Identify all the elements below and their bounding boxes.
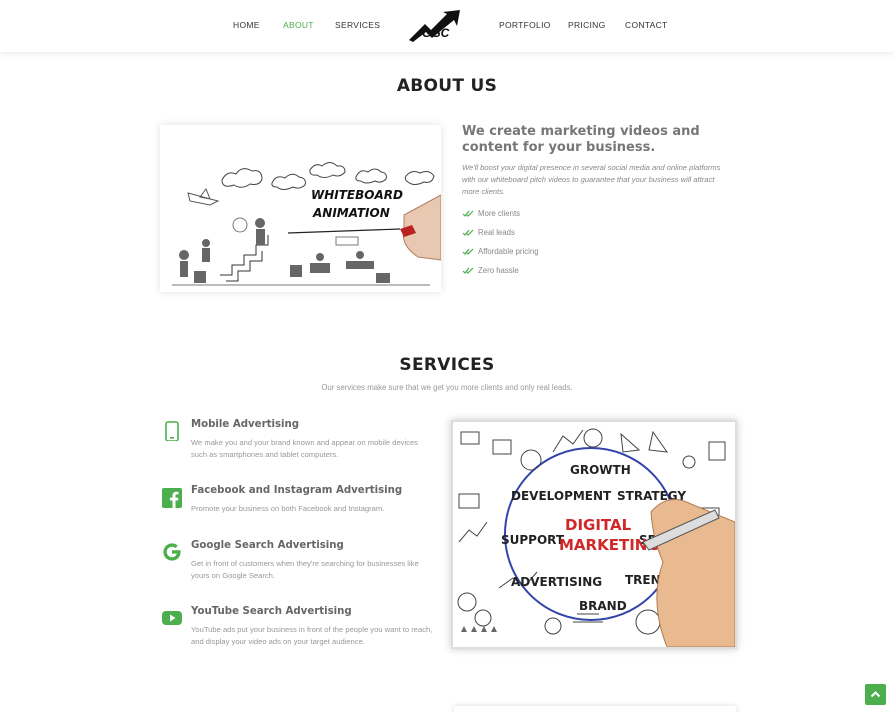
double-check-icon	[462, 248, 474, 255]
service-description: YouTube ads put your business in front o…	[191, 625, 433, 646]
logo[interactable]: GGC	[405, 8, 465, 44]
word-advertising: ADVERTISING	[511, 575, 602, 589]
nav-home[interactable]: HOME	[233, 20, 260, 30]
feature-item: Zero hassle	[462, 266, 519, 275]
double-check-icon	[462, 229, 474, 236]
service-description: We make you and your brand known and app…	[191, 438, 418, 459]
about-title: ABOUT US	[396, 76, 498, 96]
nav-about[interactable]: ABOUT	[283, 20, 314, 30]
feature-item: Real leads	[462, 228, 515, 237]
next-section-card	[454, 706, 736, 712]
service-title: Mobile Advertising	[191, 419, 300, 430]
whiteboard-caption-2: ANIMATION	[312, 206, 390, 220]
word-growth: GROWTH	[570, 463, 631, 477]
services-title: SERVICES	[399, 355, 495, 375]
whiteboard-animation-image: WHITEBOARD ANIMATION	[160, 125, 442, 292]
feature-label: Affordable pricing	[478, 247, 539, 256]
scroll-top-button[interactable]	[865, 684, 886, 705]
whiteboard-caption-1: WHITEBOARD	[311, 188, 403, 202]
chevron-up-icon	[870, 691, 881, 698]
facebook-icon	[162, 488, 182, 508]
navbar: HOME ABOUT SERVICES GGC PORTFOLIO PRICIN…	[0, 0, 894, 52]
service-title: Facebook and Instagram Advertising	[191, 485, 403, 496]
mobile-icon	[165, 421, 179, 441]
feature-label: Real leads	[478, 228, 515, 237]
service-description: Get in front of customers when they're s…	[191, 559, 419, 580]
nav-contact[interactable]: CONTACT	[625, 20, 668, 30]
google-icon	[163, 543, 181, 561]
feature-label: Zero hassle	[478, 266, 519, 275]
double-check-icon	[462, 210, 474, 217]
about-heading: We create marketing videos and content f…	[462, 124, 700, 155]
nav-portfolio[interactable]: PORTFOLIO	[499, 20, 551, 30]
nav-services[interactable]: SERVICES	[335, 20, 380, 30]
about-description: We'll boost your digital presence in sev…	[462, 163, 721, 196]
service-title: Google Search Advertising	[191, 540, 344, 551]
service-title: YouTube Search Advertising	[191, 606, 352, 617]
word-digital: DIGITAL	[565, 516, 632, 534]
services-subtitle: Our services make sure that we get you m…	[321, 383, 573, 392]
feature-label: More clients	[478, 209, 521, 218]
youtube-icon	[162, 611, 182, 625]
nav-pricing[interactable]: PRICING	[568, 20, 606, 30]
word-support: SUPPORT	[501, 533, 565, 547]
feature-item: Affordable pricing	[462, 247, 539, 256]
word-brand: BRAND	[579, 599, 627, 613]
logo-text: GGC	[422, 26, 450, 40]
double-check-icon	[462, 267, 474, 274]
word-marketing: MARKETING	[559, 536, 660, 554]
word-development: DEVELOPMENT	[511, 489, 612, 503]
service-description: Promote your business on both Facebook a…	[191, 504, 385, 513]
digital-marketing-image: GROWTH DEVELOPMENT STRATEGY SUPPORT SERV…	[451, 420, 737, 649]
feature-item: More clients	[462, 209, 520, 218]
